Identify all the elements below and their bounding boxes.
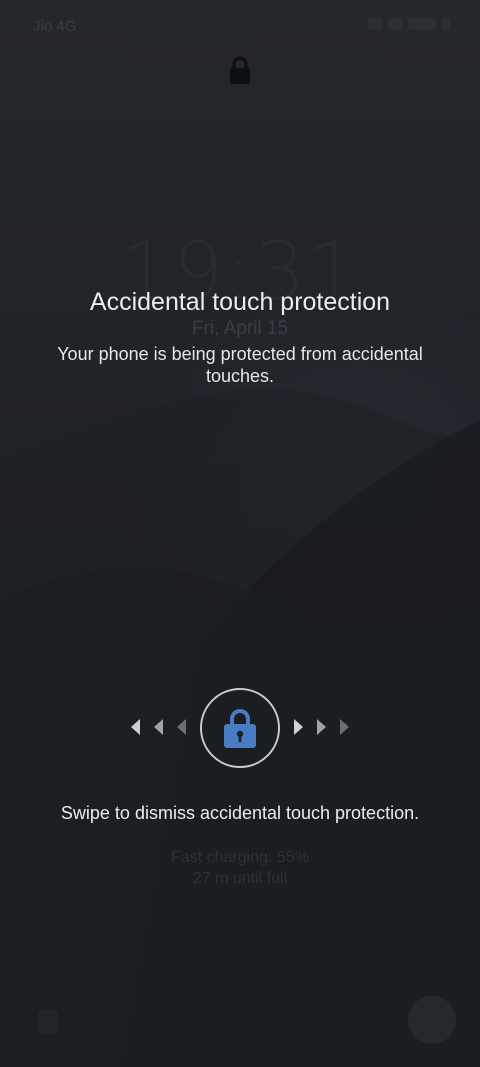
dismiss-lock-button[interactable] <box>200 688 280 768</box>
chevron-left-icon <box>154 719 163 735</box>
chevron-right-icon <box>294 719 303 735</box>
chevron-right-icon <box>340 719 349 735</box>
carrier-label: Jio 4G <box>33 18 77 35</box>
phone-shortcut-icon <box>38 1010 58 1034</box>
charging-status: Fast charging: 55% <box>171 849 309 866</box>
swipe-hint: Swipe to dismiss accidental touch protec… <box>60 803 420 823</box>
charging-info: Fast charging: 55% 27 m until full <box>0 847 480 889</box>
battery-icon <box>442 18 450 30</box>
signal-icon <box>408 18 436 30</box>
chevron-right-icon <box>317 719 326 735</box>
mountain-silhouette <box>0 389 480 1067</box>
alarm-icon <box>368 18 382 30</box>
chevron-left-icon <box>131 719 140 735</box>
chevron-left-icon <box>177 719 186 735</box>
wifi-icon <box>388 18 402 30</box>
overlay-title: Accidental touch protection <box>89 288 391 316</box>
lockscreen-date: Fri, April 15 <box>191 318 289 339</box>
status-icons <box>368 18 450 30</box>
lock-icon <box>230 56 250 84</box>
lock-icon <box>224 709 256 748</box>
charging-remaining: 27 m until full <box>192 870 288 887</box>
status-bar: Jio 4G <box>0 16 480 40</box>
overlay-message: Your phone is being protected from accid… <box>57 344 423 386</box>
camera-shortcut-icon <box>408 996 456 1044</box>
swipe-control[interactable] <box>0 686 480 768</box>
